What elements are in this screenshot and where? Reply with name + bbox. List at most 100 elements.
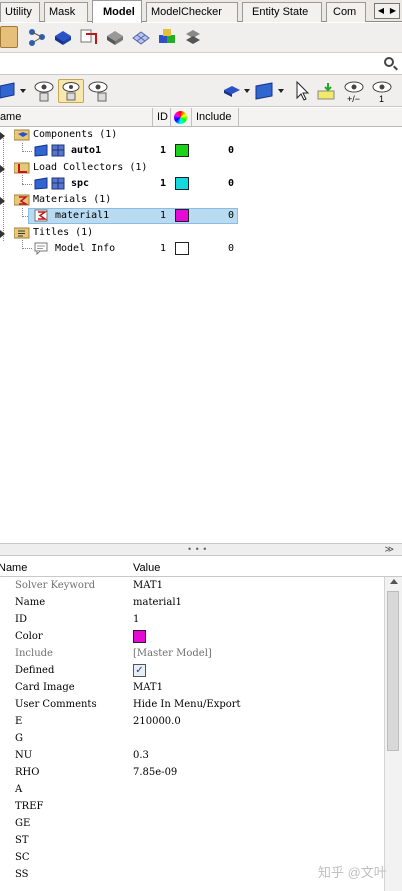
prop-value[interactable]: 7.85e-09 bbox=[133, 767, 177, 778]
prop-row[interactable]: Card Image MAT1 bbox=[0, 679, 384, 696]
show-hide-toggle-icon[interactable]: +/− bbox=[342, 79, 366, 105]
property-icon[interactable] bbox=[104, 26, 126, 48]
prop-row[interactable]: RHO 7.85e-09 bbox=[0, 764, 384, 781]
assembly-icon[interactable] bbox=[156, 26, 178, 48]
model-tree: Components (1) auto1 1 0 Load Collectors… bbox=[0, 127, 402, 543]
tree-include: 0 bbox=[228, 178, 235, 189]
tab-mask[interactable]: Mask bbox=[44, 2, 88, 22]
tab-model[interactable]: Model bbox=[92, 0, 142, 23]
prop-name: Defined bbox=[15, 665, 55, 676]
defined-checkbox[interactable]: ✓ bbox=[133, 664, 146, 677]
tab-next-button[interactable]: ▶ bbox=[387, 4, 399, 18]
tab-modelchecker[interactable]: ModelChecker bbox=[146, 2, 238, 22]
tab-scroll-buttons[interactable]: ◀ ▶ bbox=[374, 3, 400, 19]
color-swatch[interactable] bbox=[133, 630, 146, 643]
pointer-icon[interactable] bbox=[294, 80, 310, 102]
tree-label: Model Info bbox=[55, 243, 116, 254]
highlight-icon[interactable] bbox=[316, 81, 338, 103]
tree-row-auto1[interactable]: auto1 1 0 bbox=[0, 143, 402, 159]
panel-splitter[interactable]: • • • ≫ bbox=[0, 543, 402, 556]
tree-include: 0 bbox=[228, 145, 235, 156]
titles-folder-icon bbox=[13, 226, 30, 239]
prop-row[interactable]: E 210000.0 bbox=[0, 713, 384, 730]
prop-row[interactable]: Defined ✓ bbox=[0, 662, 384, 679]
folder-icon[interactable] bbox=[0, 26, 18, 48]
prop-row[interactable]: Solver Keyword MAT1 bbox=[0, 577, 384, 594]
prop-name: Color bbox=[15, 631, 43, 642]
tree-row-components[interactable]: Components (1) bbox=[0, 127, 402, 143]
prop-value[interactable]: 0.3 bbox=[133, 750, 149, 761]
scroll-up-icon[interactable] bbox=[390, 579, 398, 584]
mesh-icon[interactable] bbox=[130, 26, 152, 48]
collapse-icon[interactable] bbox=[0, 230, 5, 238]
color-swatch[interactable] bbox=[175, 144, 189, 157]
prop-name: ID bbox=[15, 614, 27, 625]
prop-value[interactable]: 210000.0 bbox=[133, 716, 181, 727]
color-swatch[interactable] bbox=[175, 242, 189, 255]
component-color-icon[interactable] bbox=[222, 81, 252, 103]
title-icon bbox=[34, 242, 48, 256]
properties-table: Solver Keyword MAT1 Name material1 ID 1 Col… bbox=[0, 577, 384, 891]
load-collector-folder-icon bbox=[13, 161, 30, 174]
scroll-thumb[interactable] bbox=[387, 591, 399, 751]
color-swatch[interactable] bbox=[175, 209, 189, 222]
collapse-icon[interactable] bbox=[0, 197, 5, 205]
prop-row[interactable]: G bbox=[0, 730, 384, 747]
color-wheel-icon[interactable] bbox=[174, 111, 187, 124]
reverse-display-icon[interactable] bbox=[86, 79, 110, 102]
prop-row[interactable]: NU 0.3 bbox=[0, 747, 384, 764]
properties-scrollbar[interactable] bbox=[384, 577, 402, 891]
tree-row-material1[interactable]: material1 1 0 bbox=[0, 208, 402, 224]
collapse-chevron-icon[interactable]: ≫ bbox=[385, 544, 394, 555]
tree-row-spc[interactable]: spc 1 0 bbox=[0, 176, 402, 192]
column-name[interactable]: Name bbox=[0, 562, 27, 574]
material-folder-icon bbox=[13, 193, 30, 206]
show-one-icon[interactable]: 1 bbox=[370, 79, 394, 105]
column-id[interactable]: ID bbox=[157, 111, 168, 123]
element-display-icon[interactable] bbox=[254, 80, 288, 102]
prop-name: ST bbox=[15, 835, 29, 846]
search-icon[interactable] bbox=[384, 57, 394, 67]
tree-label: material1 bbox=[55, 210, 110, 221]
column-name[interactable]: Name bbox=[0, 111, 21, 123]
prop-value[interactable]: material1 bbox=[133, 597, 182, 608]
tree-row-materials[interactable]: Materials (1) bbox=[0, 192, 402, 208]
tree-row-titles[interactable]: Titles (1) bbox=[0, 225, 402, 241]
prop-row[interactable]: Color bbox=[0, 628, 384, 645]
tab-utility[interactable]: Utility bbox=[0, 2, 40, 22]
component-icon[interactable] bbox=[52, 26, 74, 48]
prop-row[interactable]: User Comments Hide In Menu/Export bbox=[0, 696, 384, 713]
tab-com[interactable]: Com bbox=[326, 2, 366, 22]
tree-label: Materials (1) bbox=[33, 194, 112, 205]
prop-value[interactable]: 1 bbox=[133, 614, 139, 625]
load-collector-icon[interactable] bbox=[78, 26, 100, 48]
show-eye-icon[interactable] bbox=[32, 79, 56, 102]
prop-row[interactable]: Include [Master Model] bbox=[0, 645, 384, 662]
isolate-icon[interactable] bbox=[58, 79, 84, 103]
tree-row-load-collectors[interactable]: Load Collectors (1) bbox=[0, 160, 402, 176]
prop-row[interactable]: ST bbox=[0, 832, 384, 849]
tab-entity-state[interactable]: Entity State bbox=[242, 2, 322, 22]
hierarchy-icon[interactable] bbox=[26, 26, 48, 48]
column-value[interactable]: Value bbox=[133, 562, 160, 574]
prop-row[interactable]: ID 1 bbox=[0, 611, 384, 628]
column-include[interactable]: Include bbox=[196, 111, 231, 123]
prop-row[interactable]: A bbox=[0, 781, 384, 798]
tree-row-model-info[interactable]: Model Info 1 0 bbox=[0, 241, 402, 257]
prop-value[interactable]: MAT1 bbox=[133, 682, 163, 693]
mesh-icon bbox=[51, 144, 65, 157]
tree-label: Load Collectors (1) bbox=[33, 162, 148, 173]
display-mode-icon[interactable] bbox=[0, 80, 28, 102]
prop-row[interactable]: TREF bbox=[0, 798, 384, 815]
splitter-grip[interactable]: • • • bbox=[188, 544, 207, 554]
tab-prev-button[interactable]: ◀ bbox=[375, 4, 387, 18]
prop-row[interactable]: GE bbox=[0, 815, 384, 832]
collapse-icon[interactable] bbox=[0, 132, 5, 140]
prop-value[interactable]: Hide In Menu/Export bbox=[133, 699, 241, 710]
set-icon[interactable] bbox=[182, 26, 204, 48]
tree-include: 0 bbox=[228, 210, 235, 221]
search-input[interactable] bbox=[0, 56, 376, 72]
collapse-icon[interactable] bbox=[0, 165, 5, 173]
color-swatch[interactable] bbox=[175, 177, 189, 190]
prop-row[interactable]: Name material1 bbox=[0, 594, 384, 611]
